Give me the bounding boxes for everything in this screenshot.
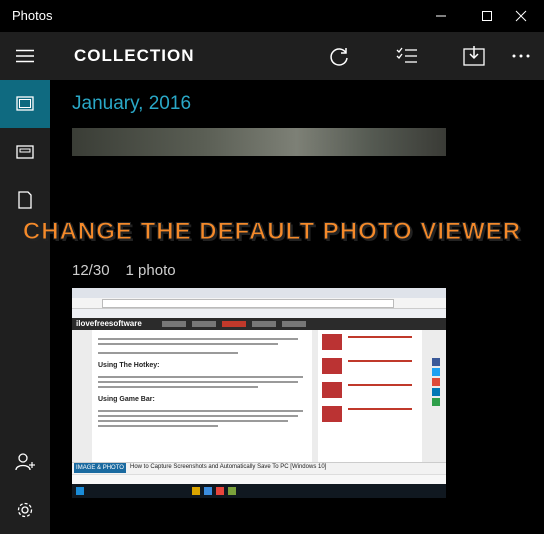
site-nav-item [192, 321, 216, 327]
folder-icon [17, 191, 33, 209]
select-button[interactable] [384, 32, 430, 80]
overlay-caption: CHANGE THE DEFAULT PHOTO VIEWER [22, 218, 522, 246]
share-icon [432, 398, 440, 406]
hamburger-icon [16, 49, 34, 63]
text-line [98, 381, 298, 383]
group-photo-count: 1 photo [125, 262, 176, 279]
taskbar-app-icon [204, 487, 212, 495]
close-icon [515, 10, 527, 22]
footer-category-tag: IMAGE & PHOTO [74, 463, 126, 473]
related-post-title [348, 360, 412, 362]
select-icon [396, 46, 418, 66]
import-button[interactable] [451, 32, 497, 80]
page-title: COLLECTION [74, 46, 195, 65]
start-icon [76, 487, 84, 495]
related-post-title [348, 384, 412, 386]
date-group-header: 12/30 1 photo [72, 262, 176, 279]
taskbar-app-icon [216, 487, 224, 495]
facebook-icon [432, 358, 440, 366]
minimize-button[interactable] [418, 0, 464, 32]
month-heading: January, 2016 [72, 93, 192, 114]
browser-tab-strip [72, 288, 446, 298]
site-nav-item [222, 321, 246, 327]
settings-button[interactable] [0, 486, 50, 534]
more-icon [511, 53, 531, 59]
related-post-title [348, 336, 412, 338]
windows-taskbar [72, 484, 446, 498]
text-line [98, 425, 218, 427]
sign-in-button[interactable] [0, 438, 50, 486]
album-icon [16, 144, 34, 160]
related-post-thumb [322, 382, 342, 398]
import-icon [463, 46, 485, 66]
text-line [98, 376, 303, 378]
footer-article-title: How to Capture Screenshots and Automatic… [130, 464, 327, 470]
article-heading: Using The Hotkey: [98, 362, 160, 369]
site-logo: ilovefreesoftware [76, 319, 142, 328]
collection-content: January, 2016 12/30 1 photo ilovefreesoft… [50, 80, 544, 534]
person-add-icon [15, 453, 35, 471]
more-button[interactable] [498, 32, 544, 80]
browser-url-box [102, 299, 394, 308]
twitter-icon [432, 368, 440, 376]
sidebar-item-albums[interactable] [0, 128, 50, 176]
related-post-thumb [322, 406, 342, 422]
sidebar [0, 32, 50, 534]
photo-thumbnail-screenshot[interactable]: ilovefreesoftware Using The Hotkey: Usin… [72, 288, 446, 498]
site-nav-item [162, 321, 186, 327]
gear-icon [16, 501, 34, 519]
sidebar-item-collection[interactable] [0, 80, 50, 128]
maximize-icon [481, 10, 493, 22]
close-button[interactable] [498, 0, 544, 32]
hamburger-button[interactable] [0, 32, 50, 80]
app-title: Photos [12, 8, 53, 23]
text-line [98, 410, 303, 412]
related-post-title [348, 408, 412, 410]
group-date: 12/30 [72, 262, 110, 279]
text-line [98, 352, 238, 354]
sidebar-item-folders[interactable] [0, 176, 50, 224]
photo-icon [16, 96, 34, 112]
related-post-thumb [322, 358, 342, 374]
text-line [98, 338, 298, 340]
text-line [98, 343, 278, 345]
refresh-icon [328, 45, 350, 67]
refresh-button[interactable] [316, 32, 362, 80]
article-heading: Using Game Bar: [98, 396, 155, 403]
site-nav-item [252, 321, 276, 327]
top-toolbar: COLLECTION [50, 32, 544, 80]
text-line [98, 415, 298, 417]
site-nav-item [282, 321, 306, 327]
text-line [98, 420, 288, 422]
minimize-icon [435, 10, 447, 22]
title-bar: Photos [0, 0, 544, 32]
taskbar-app-icon [228, 487, 236, 495]
google-plus-icon [432, 378, 440, 386]
related-post-thumb [322, 334, 342, 350]
taskbar-app-icon [192, 487, 200, 495]
photo-thumbnail[interactable] [72, 128, 446, 156]
text-line [98, 386, 258, 388]
linkedin-icon [432, 388, 440, 396]
browser-bookmarks-bar [72, 309, 446, 318]
